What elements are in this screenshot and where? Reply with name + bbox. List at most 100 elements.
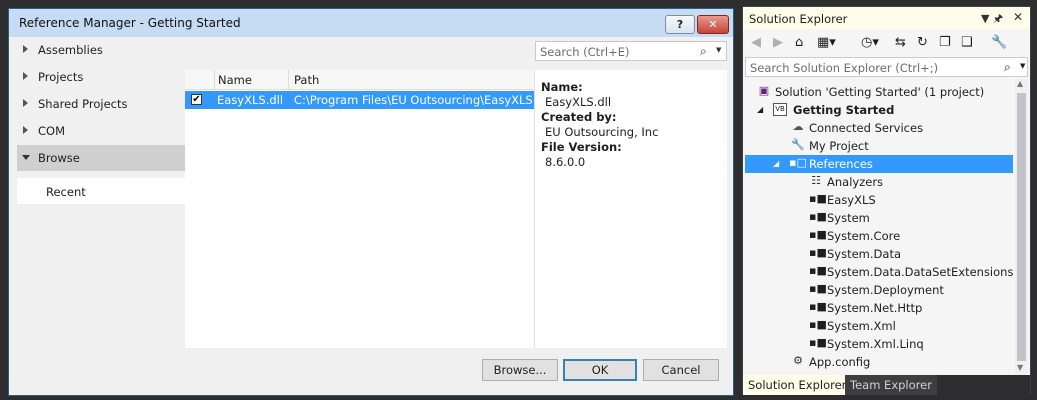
details-pane: Name: EasyXLS.dll Created by: EU Outsour… [534, 70, 727, 348]
reference-manager-dialog: Reference Manager - Getting Started ? ✕ … [8, 8, 734, 396]
ok-button[interactable]: OK [563, 359, 637, 381]
chevron-down-icon[interactable]: ▼ [1020, 62, 1025, 70]
vb-project-icon: VB [773, 103, 787, 116]
help-button[interactable]: ? [665, 15, 695, 34]
nav-item-com[interactable]: COM [17, 118, 187, 144]
tree-node-connected-services[interactable]: ☁ Connected Services [791, 119, 1011, 137]
cancel-button[interactable]: Cancel [643, 359, 719, 381]
tree-node-reference[interactable]: ▪■ System.Xml.Linq [809, 335, 1009, 353]
toolbar: ◀ ▶ ⌂ ▦▾ ◷▾ ⇆ ↻ ❐ ❑ 🔧 [743, 29, 1030, 57]
nav-item-label: Shared Projects [38, 97, 128, 111]
table-row[interactable]: ✔ EasyXLS.dll C:\Program Files\EU Outsou… [185, 91, 544, 109]
wrench-icon: 🔧 [791, 138, 805, 151]
cloud-icon: ☁ [792, 120, 804, 133]
dialog-title-bar[interactable]: Reference Manager - Getting Started ? ✕ [9, 9, 733, 37]
nav-item-shared-projects[interactable]: Shared Projects [17, 91, 187, 117]
tab-solution-explorer[interactable]: Solution Explorer [743, 375, 852, 395]
tree-node-label: System.Core [827, 229, 901, 243]
tree-node-reference[interactable]: ▪■ System.Deployment [809, 281, 1009, 299]
tree-node-references[interactable]: ◢ ▪□ References [745, 155, 1013, 173]
expand-arrow-icon[interactable] [23, 45, 28, 53]
search-icon[interactable]: ⌕ [700, 44, 707, 59]
tree-node-label: System.Data.DataSetExtensions [827, 265, 1014, 279]
close-button[interactable]: ✕ [697, 15, 729, 34]
assembly-reference-icon: ▪■ [809, 282, 827, 295]
tree-node-solution[interactable]: ▣ Solution 'Getting Started' (1 project) [757, 83, 1007, 101]
solution-search-input[interactable]: Search Solution Explorer (Ctrl+;) ⌕ ▼ [745, 57, 1028, 77]
tree-node-label: Solution 'Getting Started' (1 project) [775, 85, 985, 99]
pin-icon[interactable]: ▼ 🖈 [981, 10, 1003, 29]
tree-node-reference[interactable]: ▪■ System.Xml [809, 317, 1009, 335]
assembly-reference-icon: ▪■ [809, 264, 827, 277]
collapse-arrow-icon[interactable] [22, 155, 30, 160]
assembly-reference-icon: ▪■ [809, 300, 827, 313]
column-header-name[interactable]: Name [214, 70, 252, 90]
tree-node-reference[interactable]: ▪■ System [809, 209, 1009, 227]
scroll-thumb[interactable] [1017, 93, 1026, 361]
search-input[interactable]: Search (Ctrl+E) ⌕ ▼ [535, 41, 727, 61]
analyzers-icon: ☷ [811, 174, 821, 187]
tree-node-reference[interactable]: ▪■ System.Data [809, 245, 1009, 263]
expand-arrow-icon[interactable] [23, 99, 28, 107]
tree-node-label: EasyXLS [827, 193, 876, 207]
back-icon[interactable]: ◀ [751, 35, 761, 50]
tab-team-explorer[interactable]: Team Explorer [845, 375, 937, 395]
tree-node-reference[interactable]: ▪■ System.Net.Http [809, 299, 1009, 317]
vertical-scrollbar[interactable]: ▲ ▼ [1015, 79, 1028, 375]
nav-item-projects[interactable]: Projects [17, 64, 187, 90]
pending-changes-icon[interactable]: ◷▾ [861, 35, 879, 50]
expand-arrow-icon[interactable] [23, 126, 28, 134]
assembly-reference-icon: ▪■ [809, 192, 827, 205]
scroll-down-icon[interactable]: ▼ [1017, 363, 1023, 372]
nav-item-label: Assemblies [38, 43, 103, 57]
refresh-icon[interactable]: ↻ [917, 35, 928, 50]
list-header: Name Path [185, 70, 534, 90]
tree-node-reference[interactable]: ▪■ System.Data.DataSetExtensions [809, 263, 1013, 281]
tree-node-project[interactable]: ◢ VB Getting Started [757, 101, 1007, 119]
name-value: EasyXLS.dll [545, 95, 612, 109]
expand-arrow-icon[interactable] [23, 72, 28, 80]
name-label: Name: [541, 80, 583, 94]
nav-item-browse[interactable]: Browse [17, 145, 187, 171]
expanded-arrow-icon[interactable]: ◢ [773, 159, 779, 168]
nav-item-label: Recent [46, 185, 86, 199]
file-version-value: 8.6.0.0 [545, 155, 586, 169]
column-header-path[interactable]: Path [288, 70, 319, 90]
tree-node-label: Getting Started [793, 103, 895, 117]
tree-node-label: System.Xml [827, 319, 896, 333]
row-path: C:\Program Files\EU Outsourcing\EasyXLS.… [294, 93, 544, 107]
tree-node-label: System.Xml.Linq [827, 337, 924, 351]
tree-node-app-config[interactable]: ⚙ App.config [791, 353, 1011, 371]
nav-item-label: Projects [38, 70, 84, 84]
home-icon[interactable]: ⌂ [795, 35, 803, 50]
nav-item-label: Browse [38, 151, 80, 165]
nav-item-label: COM [38, 124, 66, 138]
search-icon[interactable]: ⌕ [1004, 60, 1011, 75]
tree-node-reference[interactable]: ▪■ System.Core [809, 227, 1009, 245]
close-icon[interactable]: ✕ [1013, 10, 1023, 24]
scroll-up-icon[interactable]: ▲ [1017, 79, 1023, 88]
browse-button[interactable]: Browse... [482, 359, 558, 381]
sync-icon[interactable]: ⇆ [895, 35, 906, 50]
switch-views-icon[interactable]: ▦▾ [817, 35, 836, 50]
show-all-files-icon[interactable]: ❑ [961, 35, 973, 50]
include-checkbox[interactable]: ✔ [191, 94, 202, 105]
solution-icon: ▣ [758, 84, 770, 97]
tree-node-label: Connected Services [809, 121, 924, 135]
collapse-all-icon[interactable]: ❐ [939, 35, 951, 50]
tree-node-label: References [809, 157, 873, 171]
chevron-down-icon[interactable]: ▼ [716, 46, 721, 54]
tree-node-label: App.config [809, 355, 871, 369]
panel-title-bar[interactable]: Solution Explorer ▼ 🖈 ✕ [743, 7, 1030, 29]
tree-node-my-project[interactable]: 🔧 My Project [791, 137, 1011, 155]
tree-node-reference[interactable]: ☷ Analyzers [809, 173, 1009, 191]
properties-icon[interactable]: 🔧 [991, 35, 1007, 50]
nav-item-recent[interactable]: Recent [17, 178, 187, 204]
forward-icon[interactable]: ▶ [773, 35, 783, 50]
nav-item-assemblies[interactable]: Assemblies [17, 37, 187, 63]
search-placeholder: Search (Ctrl+E) [540, 45, 630, 59]
created-by-label: Created by: [541, 110, 617, 124]
expanded-arrow-icon[interactable]: ◢ [757, 105, 763, 114]
tree-node-reference[interactable]: ▪■ EasyXLS [809, 191, 1009, 209]
created-by-value: EU Outsourcing, Inc [545, 125, 659, 139]
